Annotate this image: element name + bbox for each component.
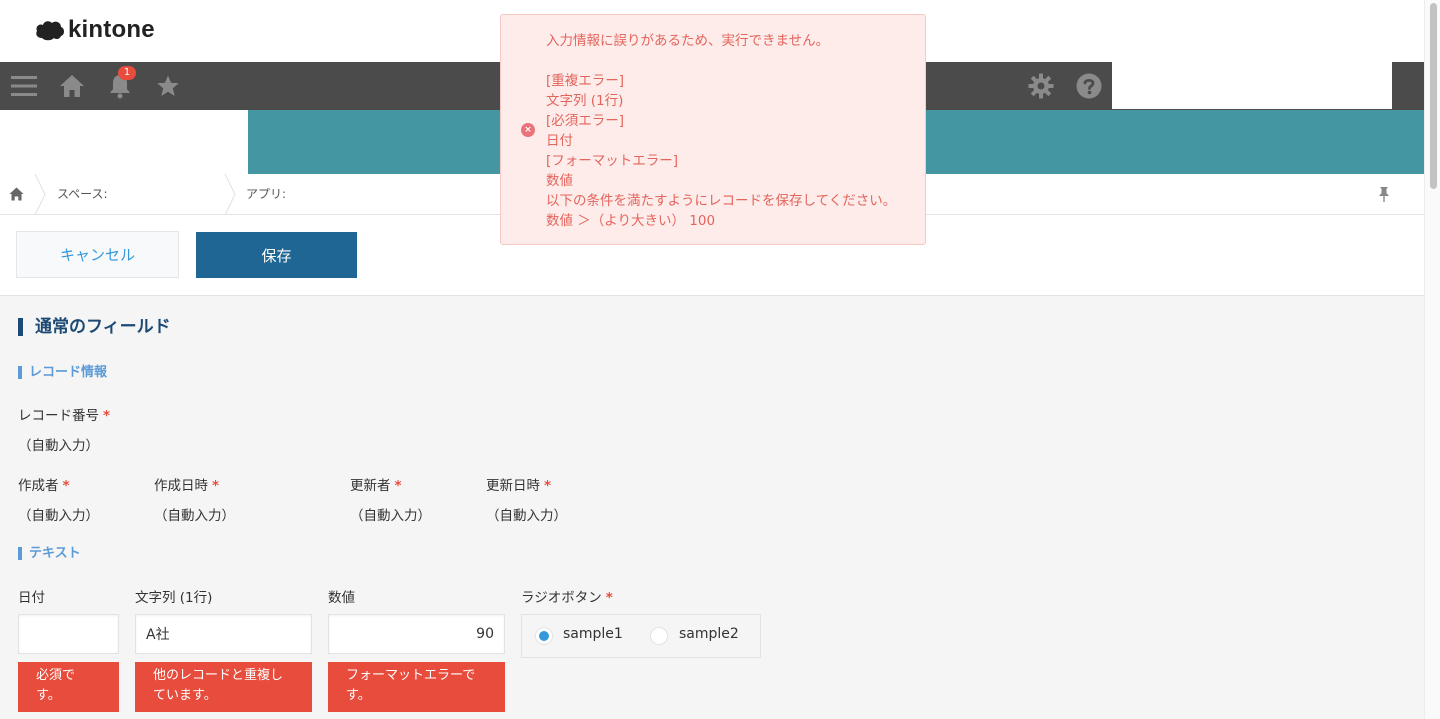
text-single-error-message: 他のレコードと重複し ています。 [135,662,312,712]
section-title: 通常のフィールド [18,318,171,336]
home-icon[interactable] [58,62,86,110]
radio-option-sample1[interactable] [535,627,553,645]
radio-option-sample2[interactable] [650,627,668,645]
radio-option-label[interactable]: sample1 [563,626,623,642]
notification-badge: 1 [118,66,136,80]
logo-text: kintone [68,16,155,43]
save-button[interactable]: 保存 [196,232,357,278]
cloud-icon [36,21,64,41]
group-title-record-info: レコード情報 [18,366,107,379]
updater-value: （自動入力） [350,508,431,524]
radio-label: ラジオボタン * [521,590,613,606]
breadcrumb-separator-icon [34,174,46,215]
breadcrumb-app[interactable]: アプリ: [246,174,286,214]
updated-at-value: （自動入力） [486,508,567,524]
cancel-button[interactable]: キャンセル [16,231,179,278]
radio-option-label[interactable]: sample2 [679,626,739,642]
user-menu-area[interactable] [1112,62,1392,109]
date-input[interactable] [18,614,119,654]
group-title-text: テキスト [18,547,81,560]
radio-group: sample1 sample2 [521,614,761,658]
number-label: 数値 [328,590,355,606]
scrollbar-thumb[interactable] [1430,3,1437,189]
error-notification-text: 入力情報に誤りがあるため、実行できません。 [重複エラー] 文字列 (1行) [… [546,33,897,229]
created-at-value: （自動入力） [154,508,235,524]
error-close-icon[interactable]: × [521,123,535,137]
number-input[interactable]: 90 [328,614,505,654]
record-form: 通常のフィールド レコード情報 レコード番号 * （自動入力） 作成者 * （自動入… [0,296,1424,719]
updated-at-label: 更新日時 * [486,478,552,494]
pin-icon[interactable] [1378,186,1390,206]
creator-value: （自動入力） [18,508,99,524]
updater-label: 更新者 * [350,478,402,494]
help-icon[interactable] [1075,62,1103,110]
record-number-value: （自動入力） [18,438,99,454]
record-number-label: レコード番号 * [18,408,111,424]
settings-gear-icon[interactable] [1027,62,1055,110]
menu-icon[interactable] [10,62,38,110]
breadcrumb-separator-icon [224,174,236,215]
created-at-label: 作成日時 * [154,478,220,494]
number-error-message: フォーマットエラーで す。 [328,662,505,712]
favorites-star-icon[interactable] [154,62,182,110]
creator-label: 作成者 * [18,478,70,494]
breadcrumb-space[interactable]: スペース: [57,174,108,214]
kintone-logo[interactable]: kintone [34,16,155,44]
text-single-label: 文字列 (1行) [135,590,213,606]
date-label: 日付 [18,590,45,606]
text-single-input[interactable]: A社 [135,614,312,654]
page-scrollbar[interactable] [1424,0,1440,719]
date-error-message: 必須で す。 [18,662,119,712]
error-notification: × 入力情報に誤りがあるため、実行できません。 [重複エラー] 文字列 (1行)… [500,14,926,245]
breadcrumb-home-icon[interactable] [9,187,24,205]
